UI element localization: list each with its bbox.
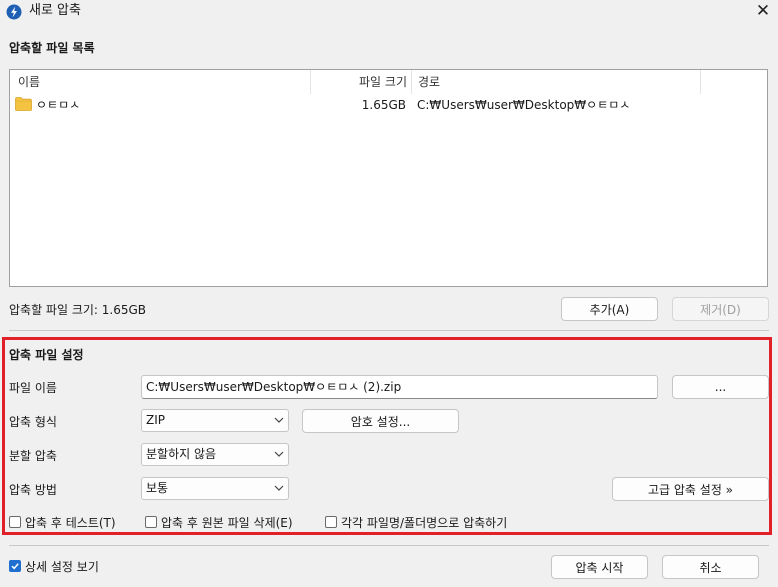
cancel-button[interactable]: 취소 xyxy=(662,555,759,579)
split-select[interactable]: 분할하지 않음 xyxy=(141,443,289,466)
file-path: C:₩Users₩user₩Desktop₩ㅇㅌㅁㅅ xyxy=(417,98,631,112)
file-list[interactable]: 이름 파일 크기 경로 ㅇㅌㅁㅅ 1.65GB C:₩Users₩user₩De… xyxy=(9,69,768,287)
chevron-down-icon xyxy=(274,417,284,423)
checkmark-icon xyxy=(11,563,19,570)
split-label: 분할 압축 xyxy=(9,449,57,463)
settings-title: 압축 파일 설정 xyxy=(9,348,84,362)
chevron-down-icon xyxy=(274,485,284,491)
chevron-down-icon xyxy=(274,451,284,457)
format-select[interactable]: ZIP xyxy=(141,409,289,432)
divider xyxy=(9,330,769,331)
file-size: 1.65GB xyxy=(361,98,406,112)
file-list-title: 압축할 파일 목록 xyxy=(9,41,95,55)
column-header-size[interactable]: 파일 크기 xyxy=(311,70,407,94)
password-button[interactable]: 암호 설정... xyxy=(302,409,459,433)
title-bar: 새로 압축 ✕ xyxy=(0,0,778,24)
settings-highlight-box xyxy=(2,337,772,535)
each-separately-label[interactable]: 각각 파일명/폴더명으로 압축하기 xyxy=(341,514,507,531)
column-divider[interactable] xyxy=(700,70,701,94)
test-after-checkbox[interactable] xyxy=(9,516,21,528)
show-details-checkbox[interactable] xyxy=(9,560,21,572)
each-separately-checkbox[interactable] xyxy=(325,516,337,528)
method-label: 압축 방법 xyxy=(9,483,57,497)
delete-after-checkbox[interactable] xyxy=(145,516,157,528)
window-title: 새로 압축 xyxy=(29,3,81,18)
method-select[interactable]: 보통 xyxy=(141,477,289,500)
filename-input[interactable]: C:₩Users₩user₩Desktop₩ㅇㅌㅁㅅ (2).zip xyxy=(141,375,658,399)
browse-button[interactable]: ... xyxy=(672,375,769,399)
delete-after-label[interactable]: 압축 후 원본 파일 삭제(E) xyxy=(161,514,293,531)
filename-label: 파일 이름 xyxy=(9,381,57,395)
remove-button[interactable]: 제거(D) xyxy=(672,297,769,321)
format-value: ZIP xyxy=(146,413,165,427)
column-header-name[interactable]: 이름 xyxy=(18,70,40,94)
column-header-path[interactable]: 경로 xyxy=(418,70,440,94)
total-size-label: 압축할 파일 크기: 1.65GB xyxy=(9,303,147,317)
test-after-label[interactable]: 압축 후 테스트(T) xyxy=(25,514,116,531)
column-divider[interactable] xyxy=(411,70,412,94)
folder-icon xyxy=(15,97,32,111)
divider xyxy=(9,545,769,546)
show-details-label[interactable]: 상세 설정 보기 xyxy=(25,558,99,575)
method-value: 보통 xyxy=(146,481,169,495)
split-value: 분할하지 않음 xyxy=(146,447,217,461)
app-icon xyxy=(6,4,22,20)
advanced-settings-button[interactable]: 고급 압축 설정 » xyxy=(612,477,769,501)
close-icon[interactable]: ✕ xyxy=(752,2,774,22)
add-button[interactable]: 추가(A) xyxy=(561,297,658,321)
start-compress-button[interactable]: 압축 시작 xyxy=(551,555,648,579)
format-label: 압축 형식 xyxy=(9,415,57,429)
file-name: ㅇㅌㅁㅅ xyxy=(36,98,81,112)
